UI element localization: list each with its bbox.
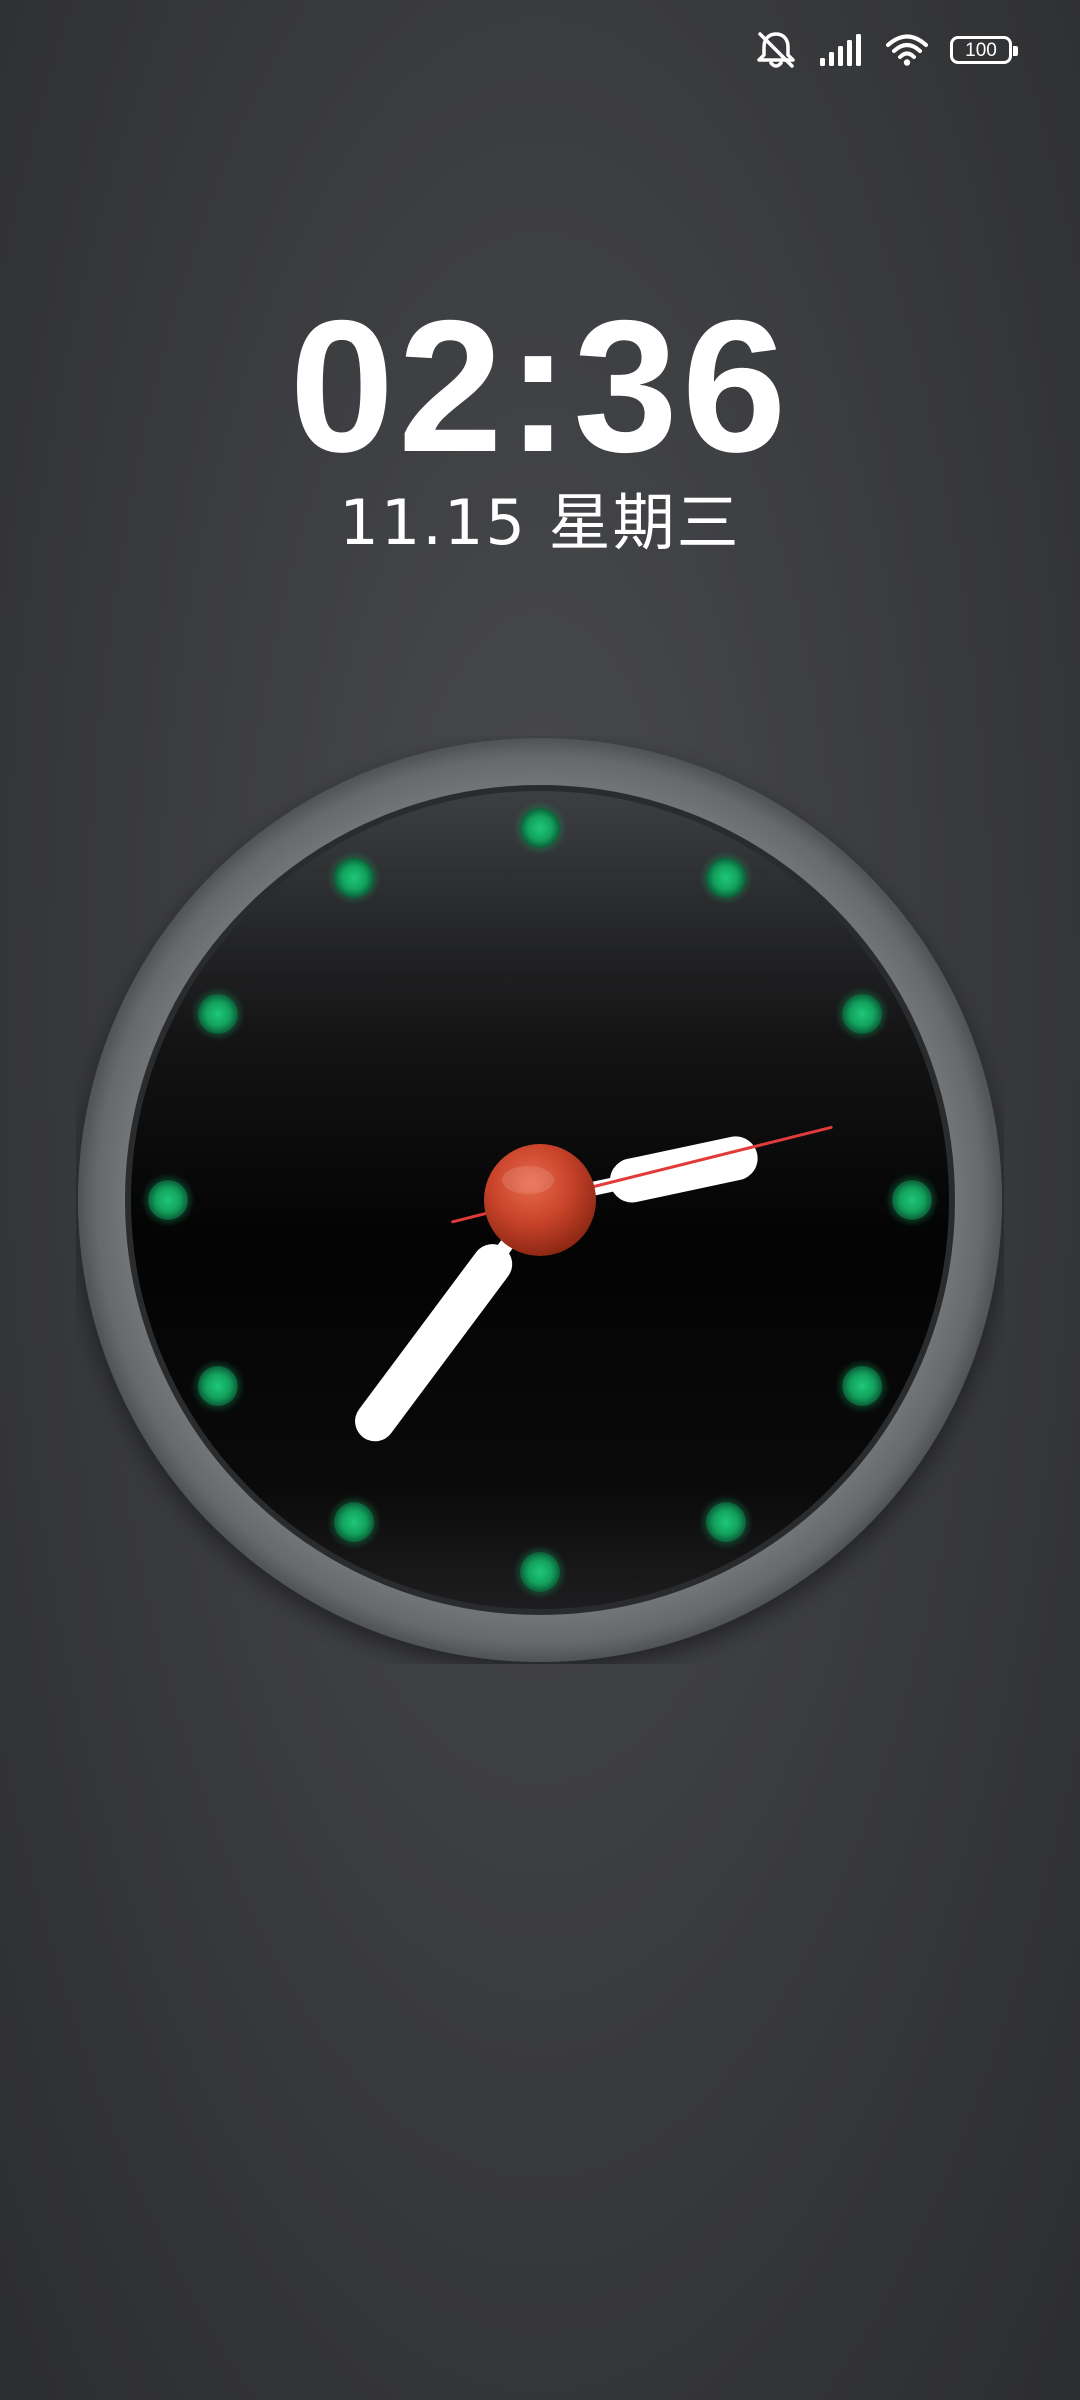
hour-marker-11: [334, 857, 374, 898]
hour-marker-9: [148, 1180, 188, 1220]
center-cap: [484, 1144, 596, 1256]
wifi-icon: [886, 34, 928, 66]
lock-screen-date: 11.15 星期三: [339, 486, 741, 559]
hour-marker-5: [706, 1502, 746, 1543]
battery-icon: 100: [950, 36, 1018, 64]
status-bar: 100: [754, 28, 1020, 72]
hour-marker-2: [842, 994, 883, 1034]
lock-screen-time: 02:36: [289, 281, 791, 491]
hour-marker-8: [197, 1366, 238, 1406]
hour-hand: [609, 1136, 758, 1203]
hour-marker-10: [197, 994, 238, 1034]
bell-muted-icon: [754, 30, 798, 70]
signal-icon: [820, 34, 864, 66]
hour-marker-4: [842, 1366, 883, 1406]
hour-marker-6: [520, 1552, 560, 1592]
analog-clock-widget[interactable]: [76, 736, 1004, 1664]
hour-marker-3: [892, 1180, 932, 1220]
battery-level: 100: [965, 39, 997, 61]
hour-marker-1: [706, 857, 746, 898]
analog-clock-face: [78, 738, 1002, 1662]
hour-marker-7: [334, 1502, 374, 1543]
hour-marker-12: [520, 808, 560, 848]
